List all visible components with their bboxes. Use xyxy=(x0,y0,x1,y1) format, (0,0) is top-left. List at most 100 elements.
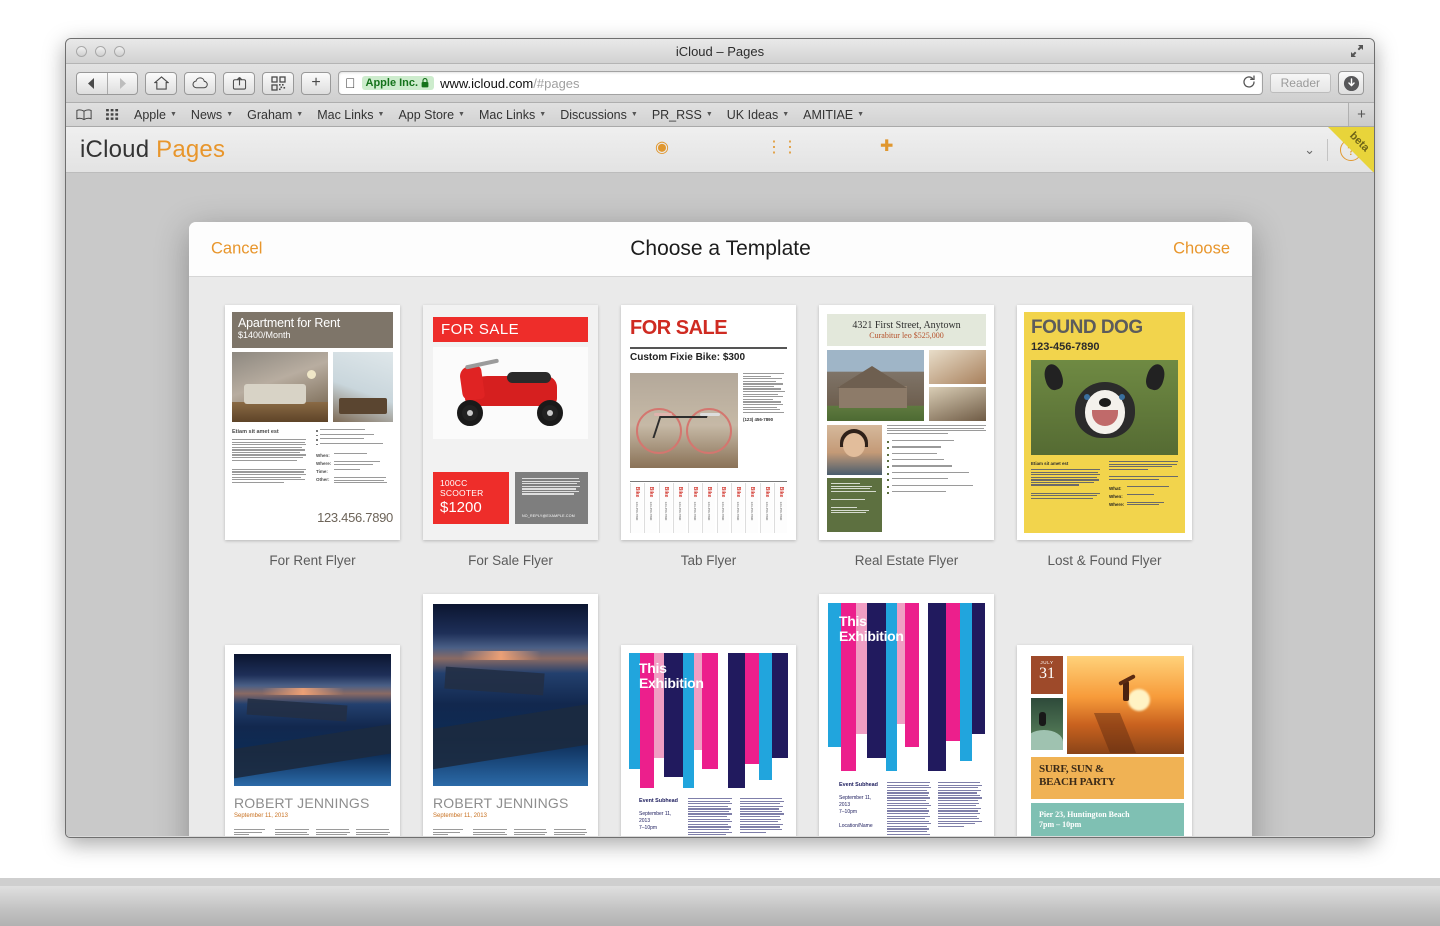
choose-button[interactable]: Choose xyxy=(1173,240,1230,259)
field-when: When: xyxy=(316,453,393,458)
event-subhead: Event Subhead xyxy=(639,798,678,804)
template-grid[interactable]: Apartment for Rent $1400/Month Etiam sit… xyxy=(189,277,1252,836)
event-date: September 11, 2013 xyxy=(639,811,672,824)
template-item-photo-portfolio-large[interactable]: ROBERT JENNINGS September 11, 2013 xyxy=(423,594,598,836)
template-item-lost-and-found-flyer[interactable]: FOUND DOG 123-456-7890 Etiam sit amet es… xyxy=(1017,305,1192,568)
add-bookmark-button[interactable]: + xyxy=(1348,103,1374,126)
downloads-button[interactable] xyxy=(1338,71,1364,95)
template-thumbnail[interactable]: 4321 First Street, Anytown Curabitur leo… xyxy=(819,305,994,540)
headline-line-1: SURF, SUN & xyxy=(1039,763,1104,775)
toolbar-peek-icon-1: ◉ xyxy=(655,139,669,156)
home-icon[interactable] xyxy=(145,71,177,95)
flyer-subhead: Custom Fixie Bike: $300 xyxy=(630,352,745,363)
browser-window: iCloud – Pages + Apple Inc. www.icloud.c… xyxy=(65,38,1375,838)
bookmark-graham[interactable]: Graham ▼ xyxy=(247,108,303,122)
url-text: www.icloud.com/#pages xyxy=(440,76,579,91)
book-icon[interactable] xyxy=(76,108,92,121)
bookmark-discussions[interactable]: Discussions ▼ xyxy=(560,108,638,122)
bookmark-news[interactable]: News ▼ xyxy=(191,108,233,122)
window-titlebar: iCloud – Pages xyxy=(66,39,1374,64)
tab-phone: 123-456-7890 xyxy=(649,501,654,521)
share-icon[interactable] xyxy=(223,71,255,95)
body-heading: Etiam sit amet est xyxy=(232,429,279,435)
template-thumbnail[interactable]: This Exhibition Event Subhead September … xyxy=(819,594,994,836)
icloud-brand[interactable]: iCloud Pages xyxy=(80,136,225,164)
tab-label: Bike xyxy=(734,486,741,498)
living-room-photo xyxy=(929,350,986,384)
tear-off-tab: Bike 123-456-7890 xyxy=(658,483,672,533)
template-item-for-rent-flyer[interactable]: Apartment for Rent $1400/Month Etiam sit… xyxy=(225,305,400,568)
text-column-2 xyxy=(513,829,548,836)
event-time: 7pm – 10pm xyxy=(1039,820,1082,829)
template-thumbnail[interactable]: ROBERT JENNINGS September 11, 2013 xyxy=(225,645,400,836)
subhead-price: $300 xyxy=(722,352,746,363)
bookmark-label: Apple xyxy=(134,107,166,122)
bookmark-mac-links-2[interactable]: Mac Links ▼ xyxy=(479,108,546,122)
template-thumbnail[interactable]: JULY 31 SURF, SUN & BEACH PARTY Pier 23,… xyxy=(1017,645,1192,836)
bookmark-app-store[interactable]: App Store ▼ xyxy=(398,108,465,122)
tab-label: Bike xyxy=(648,486,655,498)
fullscreen-icon[interactable] xyxy=(1349,43,1366,60)
template-row-2: ROBERT JENNINGS September 11, 2013 ROBER… xyxy=(225,594,1216,836)
template-thumbnail[interactable]: FOUND DOG 123-456-7890 Etiam sit amet es… xyxy=(1017,305,1192,540)
chevron-down-icon: ▼ xyxy=(630,111,638,118)
template-item-for-sale-flyer[interactable]: FOR SALE 100CC SCOOTER $1200 NO_REPLY@EX… xyxy=(423,305,598,568)
nav-buttons[interactable] xyxy=(76,71,138,95)
bookmark-amitiae[interactable]: AMITIAE ▼ xyxy=(803,108,864,122)
bookmark-uk-ideas[interactable]: UK Ideas ▼ xyxy=(727,108,789,122)
bookmark-mac-links-1[interactable]: Mac Links ▼ xyxy=(317,108,384,122)
template-thumbnail[interactable]: FOR SALE 100CC SCOOTER $1200 NO_REPLY@EX… xyxy=(423,305,598,540)
exhibition-info: Event Subhead September 11, 20137–10pm L… xyxy=(639,798,784,836)
subhead-text: Custom Fixie Bike: xyxy=(630,352,723,363)
reader-button[interactable]: Reader xyxy=(1269,73,1331,93)
field-time: Time: xyxy=(316,469,393,474)
new-tab-button[interactable]: + xyxy=(301,71,331,95)
date-day: 31 xyxy=(1039,665,1055,682)
price-line-2: SCOOTER xyxy=(440,488,484,498)
bookmark-apple[interactable]: Apple ▼ xyxy=(134,108,177,122)
bike-photo xyxy=(630,373,738,468)
venue-column xyxy=(234,829,269,836)
house-photo xyxy=(827,350,924,421)
details-band: Pier 23, Huntington Beach7pm – 10pm NO_R… xyxy=(1031,803,1184,836)
surfer-action-photo xyxy=(1031,698,1063,750)
bookmarks-bar: Apple ▼ News ▼ Graham ▼ Mac Links ▼ App Stor… xyxy=(66,103,1374,127)
address-band: 4321 First Street, Anytown Curabitur leo… xyxy=(827,314,986,346)
exhibition-info: Event Subhead September 11, 20137–10pm L… xyxy=(839,782,982,836)
back-button[interactable] xyxy=(77,72,108,94)
field-value xyxy=(334,453,393,458)
template-thumbnail[interactable]: FOR SALE Custom Fixie Bike: $300 (123) 4… xyxy=(621,305,796,540)
field-value xyxy=(1127,501,1178,507)
template-label: Tab Flyer xyxy=(680,553,737,568)
title-line-1: This xyxy=(839,613,867,629)
address-bar[interactable]:  Apple Inc. www.icloud.com/#pages xyxy=(338,71,1263,95)
event-date: September 11, 2013 xyxy=(839,795,872,808)
flyer-headline: 4321 First Street, Anytown xyxy=(852,320,961,331)
qr-code-icon[interactable] xyxy=(262,71,294,95)
template-thumbnail[interactable]: ROBERT JENNINGS September 11, 2013 xyxy=(423,594,598,836)
icloud-icon[interactable] xyxy=(184,71,216,95)
body-heading: Etiam sit amet est xyxy=(1031,461,1069,466)
forward-button[interactable] xyxy=(108,73,138,94)
template-item-real-estate-flyer[interactable]: 4321 First Street, Anytown Curabitur leo… xyxy=(819,305,994,568)
chevron-down-icon: ▼ xyxy=(296,111,304,118)
bookmark-pr-rss[interactable]: PR_RSS ▼ xyxy=(652,108,713,122)
chevron-down-icon[interactable]: ⌄ xyxy=(1304,142,1315,158)
template-thumbnail[interactable]: This Exhibition Event Subhead September … xyxy=(621,645,796,836)
body-column-2 xyxy=(938,782,982,836)
event-details: Event Subhead September 11, 20137–10pm L… xyxy=(839,782,880,836)
photographer-name: ROBERT JENNINGS xyxy=(433,795,569,811)
tab-phone: 123-456-7890 xyxy=(764,501,769,521)
template-item-beach-party-flyer[interactable]: JULY 31 SURF, SUN & BEACH PARTY Pier 23,… xyxy=(1017,645,1192,836)
text-column-1 xyxy=(274,829,310,836)
template-item-exhibition-poster-large[interactable]: This Exhibition Event Subhead September … xyxy=(819,594,994,836)
template-item-exhibition-poster-small[interactable]: This Exhibition Event Subhead September … xyxy=(621,645,796,836)
template-item-photo-portfolio-small[interactable]: ROBERT JENNINGS September 11, 2013 xyxy=(225,645,400,836)
tear-off-tab: Bike 123-456-7890 xyxy=(687,483,701,533)
grid-icon[interactable] xyxy=(106,108,120,121)
cancel-button[interactable]: Cancel xyxy=(211,240,262,259)
flyer-headline: Apartment for Rent xyxy=(238,316,341,330)
reload-icon[interactable] xyxy=(1242,74,1256,92)
template-thumbnail[interactable]: Apartment for Rent $1400/Month Etiam sit… xyxy=(225,305,400,540)
template-item-tab-flyer[interactable]: FOR SALE Custom Fixie Bike: $300 (123) 4… xyxy=(621,305,796,568)
